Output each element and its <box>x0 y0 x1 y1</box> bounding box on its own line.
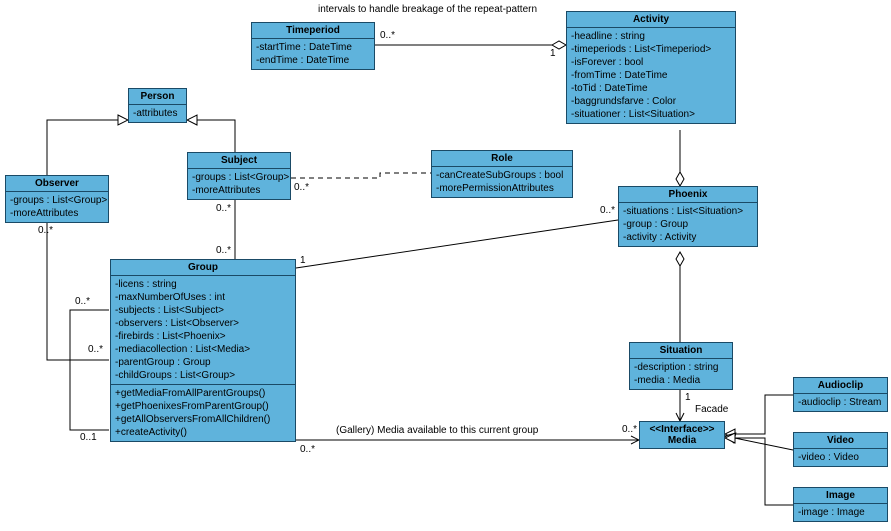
class-title: Phoenix <box>619 187 757 203</box>
class-title: <<Interface>> Media <box>640 422 724 448</box>
label-facade: Facade <box>695 404 728 415</box>
class-phoenix: Phoenix -situations : List<Situation> -g… <box>618 186 758 247</box>
attr: -morePermissionAttributes <box>436 182 568 195</box>
attr: -media : Media <box>634 374 728 387</box>
mult-group-media: 0..* <box>300 444 315 455</box>
class-video: Video -video : Video <box>793 432 888 467</box>
attr: -audioclip : Stream <box>798 396 883 409</box>
attr: -attributes <box>133 107 182 120</box>
class-role: Role -canCreateSubGroups : bool -morePer… <box>431 150 573 198</box>
attr: -childGroups : List<Group> <box>115 369 291 382</box>
attr: -timeperiods : List<Timeperiod> <box>571 43 731 56</box>
mult-sit-1: 1 <box>685 392 691 403</box>
attr: -licens : string <box>115 278 291 291</box>
class-situation: Situation -description : string -media :… <box>629 342 733 390</box>
attr: -subjects : List<Subject> <box>115 304 291 317</box>
mult-activity-1: 1 <box>550 48 556 59</box>
class-attrs: -canCreateSubGroups : bool -morePermissi… <box>432 167 572 197</box>
attr: -firebirds : List<Phoenix> <box>115 330 291 343</box>
attr: -maxNumberOfUses : int <box>115 291 291 304</box>
class-group: Group -licens : string -maxNumberOfUses … <box>110 259 296 442</box>
attr: -moreAttributes <box>10 207 104 220</box>
attr: -parentGroup : Group <box>115 356 291 369</box>
op: +getPhoenixesFromParentGroup() <box>115 400 291 413</box>
class-activity: Activity -headline : string -timeperiods… <box>566 11 736 124</box>
class-ops: +getMediaFromAllParentGroups() +getPhoen… <box>111 385 295 441</box>
attr: -moreAttributes <box>192 184 286 197</box>
class-subject: Subject -groups : List<Group> -moreAttri… <box>187 152 291 200</box>
attr: -isForever : bool <box>571 56 731 69</box>
class-title: Timeperiod <box>252 23 374 39</box>
uml-canvas: intervals to handle breakage of the repe… <box>0 0 891 531</box>
class-attrs: -video : Video <box>794 449 887 466</box>
mult-phoenix: 0..* <box>600 205 615 216</box>
class-attrs: -groups : List<Group> -moreAttributes <box>188 169 290 199</box>
attr: -mediacollection : List<Media> <box>115 343 291 356</box>
class-title: Person <box>129 89 186 105</box>
class-title: Situation <box>630 343 732 359</box>
attr: -endTime : DateTime <box>256 54 370 67</box>
class-observer: Observer -groups : List<Group> -moreAttr… <box>5 175 109 223</box>
class-timeperiod: Timeperiod -startTime : DateTime -endTim… <box>251 22 375 70</box>
class-audioclip: Audioclip -audioclip : Stream <box>793 377 888 412</box>
attr: -group : Group <box>623 218 753 231</box>
attr: -groups : List<Group> <box>192 171 286 184</box>
attr: -situationer : List<Situation> <box>571 108 731 121</box>
attr: -fromTime : DateTime <box>571 69 731 82</box>
class-attrs: -groups : List<Group> -moreAttributes <box>6 192 108 222</box>
mult-self-bot: 0..1 <box>80 432 97 443</box>
mult-timeperiod: 0..* <box>380 30 395 41</box>
class-attrs: -attributes <box>129 105 186 122</box>
class-person: Person -attributes <box>128 88 187 123</box>
class-attrs: -image : Image <box>794 504 887 521</box>
stereotype: <<Interface>> <box>644 424 720 435</box>
class-title: Group <box>111 260 295 276</box>
attr: -canCreateSubGroups : bool <box>436 169 568 182</box>
class-title: Video <box>794 433 887 449</box>
class-title: Observer <box>6 176 108 192</box>
attr: -baggrundsfarve : Color <box>571 95 731 108</box>
note-intervals: intervals to handle breakage of the repe… <box>318 4 537 15</box>
attr: -video : Video <box>798 451 883 464</box>
attr: -activity : Activity <box>623 231 753 244</box>
attr: -startTime : DateTime <box>256 41 370 54</box>
class-name: Media <box>668 435 696 446</box>
class-attrs: -headline : string -timeperiods : List<T… <box>567 28 735 123</box>
class-attrs: -audioclip : Stream <box>794 394 887 411</box>
mult-subj-b: 0..* <box>216 245 231 256</box>
attr: -toTid : DateTime <box>571 82 731 95</box>
class-title: Image <box>794 488 887 504</box>
class-attrs: -startTime : DateTime -endTime : DateTim… <box>252 39 374 69</box>
class-image: Image -image : Image <box>793 487 888 522</box>
mult-media-in: 0..* <box>622 424 637 435</box>
class-media: <<Interface>> Media <box>639 421 725 449</box>
class-attrs: -description : string -media : Media <box>630 359 732 389</box>
mult-self-top: 0..* <box>75 296 90 307</box>
mult-subj-role: 0..* <box>294 182 309 193</box>
mult-obs-b: 0..* <box>88 344 103 355</box>
class-title: Subject <box>188 153 290 169</box>
note-gallery: (Gallery) Media available to this curren… <box>336 425 538 436</box>
class-attrs: -situations : List<Situation> -group : G… <box>619 203 757 246</box>
class-title: Role <box>432 151 572 167</box>
attr: -description : string <box>634 361 728 374</box>
mult-obs-a: 0..* <box>38 225 53 236</box>
class-title: Activity <box>567 12 735 28</box>
attr: -situations : List<Situation> <box>623 205 753 218</box>
op: +getMediaFromAllParentGroups() <box>115 387 291 400</box>
mult-group-1: 1 <box>300 255 306 266</box>
class-title: Audioclip <box>794 378 887 394</box>
attr: -observers : List<Observer> <box>115 317 291 330</box>
mult-subj-a: 0..* <box>216 203 231 214</box>
op: +createActivity() <box>115 426 291 439</box>
op: +getAllObserversFromAllChildren() <box>115 413 291 426</box>
class-attrs: -licens : string -maxNumberOfUses : int … <box>111 276 295 385</box>
attr: -headline : string <box>571 30 731 43</box>
attr: -groups : List<Group> <box>10 194 104 207</box>
attr: -image : Image <box>798 506 883 519</box>
